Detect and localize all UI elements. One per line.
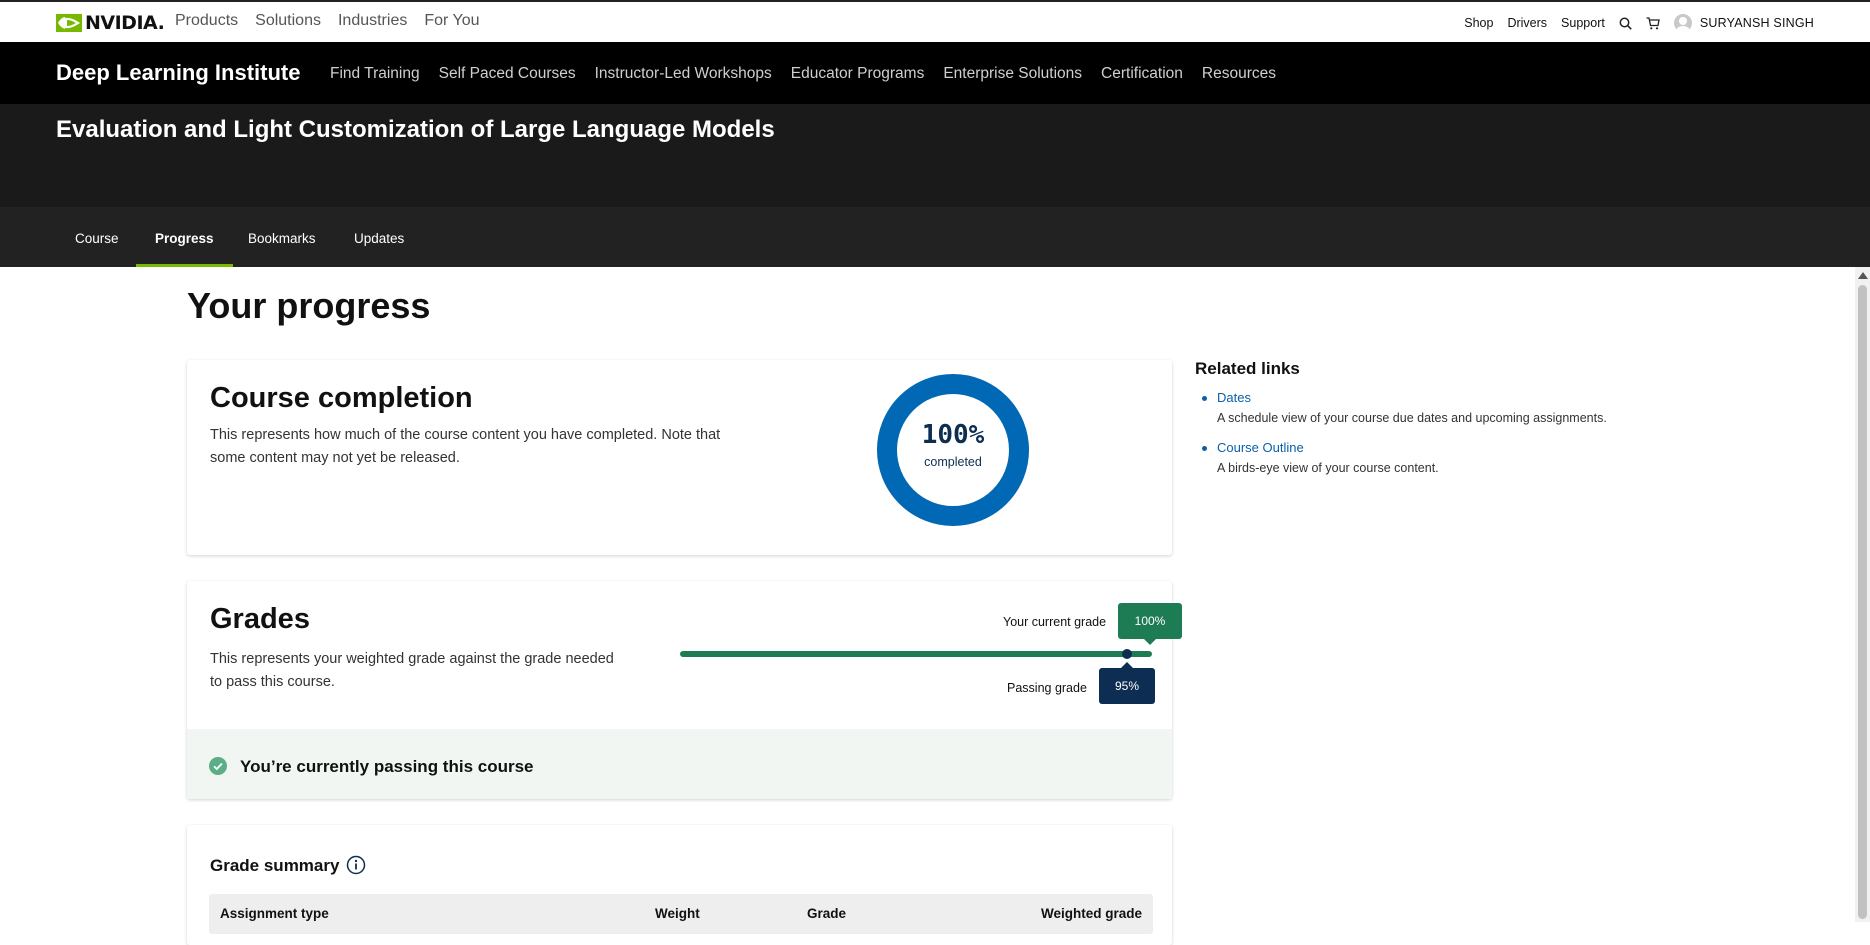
dli-nav-educator-programs[interactable]: Educator Programs xyxy=(791,65,925,83)
passing-grade-label: Passing grade xyxy=(1007,681,1087,695)
grade-summary-card: Grade summary Assignment type Weight Gra… xyxy=(187,825,1172,945)
tab-course[interactable]: Course xyxy=(56,207,138,267)
dli-nav-bar: Deep Learning Institute Find Training Se… xyxy=(0,42,1870,104)
dli-nav-resources[interactable]: Resources xyxy=(1202,65,1276,83)
avatar-icon[interactable] xyxy=(1673,14,1692,32)
course-outline-description: A birds-eye view of your course content. xyxy=(1217,461,1439,475)
check-circle-icon xyxy=(209,757,227,775)
tab-progress[interactable]: Progress xyxy=(136,207,233,267)
passing-grade-marker xyxy=(1122,649,1132,659)
user-name[interactable]: SURYANSH SINGH xyxy=(1700,16,1814,30)
grade-summary-table-header: Assignment type Weight Grade Weighted gr… xyxy=(209,894,1153,934)
page-scrollbar[interactable] xyxy=(1855,267,1870,922)
completion-percent: 100% xyxy=(921,420,985,450)
grade-summary-title: Grade summary xyxy=(210,856,340,875)
course-tabs: Course Progress Bookmarks Updates xyxy=(0,207,1870,267)
passing-status-banner: You’re currently passing this course xyxy=(187,729,1172,799)
col-weight: Weight xyxy=(655,906,700,921)
tab-bookmarks[interactable]: Bookmarks xyxy=(229,207,335,267)
dli-nav-enterprise-solutions[interactable]: Enterprise Solutions xyxy=(943,65,1082,83)
course-header: Evaluation and Light Customization of La… xyxy=(0,104,1870,207)
nvidia-eye-icon xyxy=(56,14,82,32)
completion-donut-arc xyxy=(877,374,1029,526)
scroll-thumb[interactable] xyxy=(1858,285,1867,919)
completion-sub-label: completed xyxy=(924,455,982,469)
nvidia-top-bar: NVIDIA. Products Solutions Industries Fo… xyxy=(0,0,1870,42)
top-nav-solutions[interactable]: Solutions xyxy=(255,12,321,30)
drivers-link[interactable]: Drivers xyxy=(1507,16,1547,30)
related-links-title: Related links xyxy=(1195,359,1300,378)
course-completion-title: Course completion xyxy=(210,382,473,414)
dli-nav-instructor-led-workshops[interactable]: Instructor-Led Workshops xyxy=(595,65,772,83)
grades-title: Grades xyxy=(210,603,310,635)
dli-nav-find-training[interactable]: Find Training xyxy=(330,65,420,83)
dli-title[interactable]: Deep Learning Institute xyxy=(56,60,300,86)
tab-updates[interactable]: Updates xyxy=(335,207,423,267)
top-nav-for-you[interactable]: For You xyxy=(424,12,479,30)
grades-card: Grades This represents your weighted gra… xyxy=(187,581,1182,799)
dates-description: A schedule view of your course due dates… xyxy=(1217,411,1607,425)
passing-status-text: You’re currently passing this course xyxy=(240,757,534,776)
top-nav-industries[interactable]: Industries xyxy=(338,12,407,30)
completion-donut-chart xyxy=(877,374,1029,526)
info-icon[interactable] xyxy=(346,855,366,875)
grades-description: This represents your weighted grade agai… xyxy=(210,648,614,694)
course-title: Evaluation and Light Customization of La… xyxy=(56,116,775,143)
grades-desc-line2: to pass this course. xyxy=(210,674,335,690)
main-content: Your progress Course completion This rep… xyxy=(0,267,1855,945)
dates-link[interactable]: Dates xyxy=(1217,390,1251,405)
nvidia-logo[interactable]: NVIDIA. xyxy=(56,11,165,35)
support-link[interactable]: Support xyxy=(1561,16,1605,30)
cart-icon[interactable] xyxy=(1646,16,1660,30)
col-weighted-grade: Weighted grade xyxy=(1040,906,1142,921)
current-grade-tooltip: 100% xyxy=(1118,603,1182,645)
grade-progress-bar xyxy=(680,651,1152,657)
top-utility-links: Shop Drivers Support SURYANSH SINGH xyxy=(1450,14,1814,32)
passing-grade-tooltip: 95% xyxy=(1099,662,1155,704)
col-assignment-type: Assignment type xyxy=(220,906,329,921)
course-completion-card: Course completion This represents how mu… xyxy=(187,360,1172,555)
shop-link[interactable]: Shop xyxy=(1464,16,1493,30)
current-grade-label: Your current grade xyxy=(1003,615,1107,629)
page-heading: Your progress xyxy=(187,285,431,326)
course-completion-description: This represents how much of the course c… xyxy=(210,424,720,470)
grades-desc-line1: This represents your weighted grade agai… xyxy=(210,651,614,667)
dli-nav-links: Find Training Self Paced Courses Instruc… xyxy=(330,65,1295,83)
search-icon[interactable] xyxy=(1619,17,1632,30)
col-grade: Grade xyxy=(807,906,847,921)
dli-nav-certification[interactable]: Certification xyxy=(1101,65,1183,83)
course-outline-link[interactable]: Course Outline xyxy=(1217,440,1304,455)
top-nav-products[interactable]: Products xyxy=(175,12,238,30)
top-nav: Products Solutions Industries For You xyxy=(175,12,497,30)
course-completion-desc-line1: This represents how much of the course c… xyxy=(210,427,721,443)
dli-nav-self-paced-courses[interactable]: Self Paced Courses xyxy=(439,65,576,83)
nvidia-wordmark: NVIDIA. xyxy=(85,12,165,34)
related-links: Related links Dates A schedule view of y… xyxy=(1195,359,1635,475)
scroll-up-arrow-icon[interactable] xyxy=(1858,272,1868,279)
course-completion-desc-line2: some content may not yet be released. xyxy=(210,450,460,466)
related-link-item: Course Outline A birds-eye view of your … xyxy=(1195,439,1635,475)
related-link-item: Dates A schedule view of your course due… xyxy=(1195,389,1635,425)
